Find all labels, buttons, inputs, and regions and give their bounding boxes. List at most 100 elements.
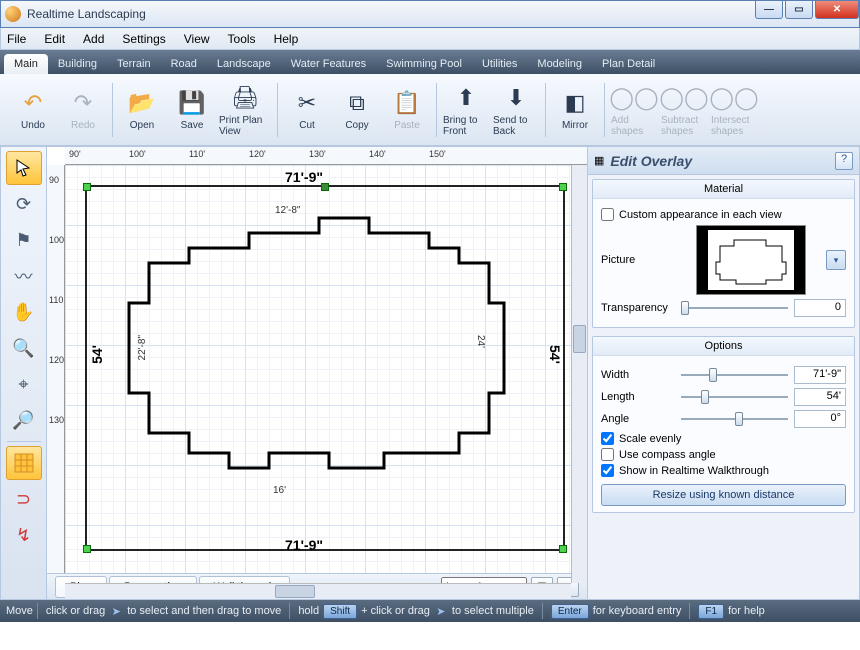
scrollbar-vertical[interactable]	[571, 165, 587, 583]
intersectshapes-icon: ◯◯	[719, 83, 749, 113]
mirror-button[interactable]: ◧Mirror	[550, 86, 600, 133]
length-value[interactable]: 54'	[794, 388, 846, 406]
pan-tool[interactable]: ✋	[6, 295, 42, 329]
printer-icon: 🖨	[230, 83, 260, 113]
options-section: Options Width 71'-9" Length 54' Angle 0°…	[592, 336, 855, 513]
sendback-button[interactable]: ⬇Send to Back	[491, 81, 541, 139]
tab-plandetail[interactable]: Plan Detail	[592, 54, 665, 74]
ruler-vertical: 90 100 110 120 130	[47, 165, 65, 573]
tab-utilities[interactable]: Utilities	[472, 54, 527, 74]
bringfront-icon: ⬆	[451, 83, 481, 113]
undo-icon: ↶	[18, 88, 48, 118]
undo-button[interactable]: ↶Undo	[8, 86, 58, 133]
menubar: File Edit Add Settings View Tools Help	[0, 28, 860, 50]
ruler-horizontal: 90' 100' 110' 120' 130' 140' 150'	[65, 147, 587, 165]
scrollbar-horizontal[interactable]	[65, 583, 571, 599]
minimize-button[interactable]: —	[755, 1, 783, 19]
tab-terrain[interactable]: Terrain	[107, 54, 161, 74]
tab-road[interactable]: Road	[161, 54, 207, 74]
dim-right: 54'	[547, 345, 563, 364]
menu-settings[interactable]: Settings	[122, 32, 165, 46]
floor-plan	[119, 213, 509, 481]
scissors-icon: ✂	[292, 88, 322, 118]
maximize-button[interactable]: ▭	[785, 1, 813, 19]
picture-dropdown-button[interactable]: ▾	[826, 250, 846, 270]
close-button[interactable]: ✕	[815, 1, 859, 19]
redo-button[interactable]: ↷Redo	[58, 86, 108, 133]
overlay-icon: ▦	[594, 154, 604, 167]
sendback-icon: ⬇	[501, 83, 531, 113]
cursor-icon: ➤	[434, 604, 448, 618]
menu-view[interactable]: View	[184, 32, 210, 46]
shift-key: Shift	[323, 604, 357, 619]
picture-preview	[696, 225, 806, 295]
app-icon	[5, 6, 21, 22]
transparency-slider[interactable]	[681, 299, 788, 317]
addshapes-icon: ◯◯	[619, 83, 649, 113]
tabstrip: Main Building Terrain Road Landscape Wat…	[0, 50, 860, 74]
zoomin-tool[interactable]: 🔍	[6, 331, 42, 365]
enter-key: Enter	[551, 604, 589, 619]
use-compass-checkbox[interactable]	[601, 448, 614, 461]
menu-edit[interactable]: Edit	[44, 32, 65, 46]
width-slider[interactable]	[681, 366, 788, 384]
width-value[interactable]: 71'-9"	[794, 366, 846, 384]
open-button[interactable]: 📂Open	[117, 86, 167, 133]
canvas[interactable]: 71'-9" 71'-9" 54' 54' 12'-8" 22'-8" 24' …	[65, 165, 587, 573]
intersectshapes-button: ◯◯Intersect shapes	[709, 81, 759, 139]
angle-value[interactable]: 0°	[794, 410, 846, 428]
save-icon: 💾	[177, 88, 207, 118]
panel-title: Edit Overlay	[610, 153, 692, 169]
paste-button[interactable]: 📋Paste	[382, 86, 432, 133]
tab-water[interactable]: Water Features	[281, 54, 376, 74]
cut-button[interactable]: ✂Cut	[282, 86, 332, 133]
length-slider[interactable]	[681, 388, 788, 406]
status-bar: Move click or drag➤to select and then dr…	[0, 600, 860, 622]
mirror-icon: ◧	[560, 88, 590, 118]
transparency-value[interactable]: 0	[794, 299, 846, 317]
show-realtime-checkbox[interactable]	[601, 464, 614, 477]
paste-icon: 📋	[392, 88, 422, 118]
bringfront-button[interactable]: ⬆Bring to Front	[441, 81, 491, 139]
titlebar: Realtime Landscaping — ▭ ✕	[0, 0, 860, 28]
scale-evenly-checkbox[interactable]	[601, 432, 614, 445]
panel-header: ▦ Edit Overlay ?	[588, 147, 859, 175]
printplanview-button[interactable]: 🖨Print Plan View	[217, 81, 273, 139]
zoomfit-tool[interactable]: ⌖	[6, 367, 42, 401]
rotate-tool[interactable]: ⟳	[6, 187, 42, 221]
zoomout-tool[interactable]: 🔎	[6, 403, 42, 437]
status-mode: Move	[6, 605, 33, 617]
ribbon: ↶Undo ↷Redo 📂Open 💾Save 🖨Print Plan View…	[0, 74, 860, 146]
tab-pool[interactable]: Swimming Pool	[376, 54, 472, 74]
copy-button[interactable]: ⧉Copy	[332, 86, 382, 133]
snap-tool[interactable]: ↯	[6, 518, 42, 552]
menu-file[interactable]: File	[7, 32, 26, 46]
magnet-tool[interactable]: ⊃	[6, 482, 42, 516]
addshapes-button: ◯◯Add shapes	[609, 81, 659, 139]
tab-main[interactable]: Main	[4, 54, 48, 74]
subtractshapes-button: ◯◯Subtract shapes	[659, 81, 709, 139]
help-button[interactable]: ?	[835, 152, 853, 170]
marker-tool[interactable]: ⚑	[6, 223, 42, 257]
custom-appearance-checkbox[interactable]	[601, 208, 614, 221]
cursor-icon: ➤	[109, 604, 123, 618]
tab-building[interactable]: Building	[48, 54, 107, 74]
copy-icon: ⧉	[342, 88, 372, 118]
canvas-wrap: 90' 100' 110' 120' 130' 140' 150' 90 100…	[47, 147, 587, 599]
save-button[interactable]: 💾Save	[167, 86, 217, 133]
dim-top: 71'-9"	[285, 169, 323, 185]
pointer-tool[interactable]	[6, 151, 42, 185]
angle-slider[interactable]	[681, 410, 788, 428]
app-title: Realtime Landscaping	[27, 7, 146, 21]
redo-icon: ↷	[68, 88, 98, 118]
tab-landscape[interactable]: Landscape	[207, 54, 281, 74]
menu-tools[interactable]: Tools	[228, 32, 256, 46]
curve-tool[interactable]: 〰	[6, 259, 42, 293]
resize-known-distance-button[interactable]: Resize using known distance	[601, 484, 846, 506]
tool-tray: ⟳ ⚑ 〰 ✋ 🔍 ⌖ 🔎 ⊃ ↯	[1, 147, 47, 599]
subtractshapes-icon: ◯◯	[669, 83, 699, 113]
tab-modeling[interactable]: Modeling	[527, 54, 592, 74]
menu-help[interactable]: Help	[274, 32, 299, 46]
grid-tool[interactable]	[6, 446, 42, 480]
menu-add[interactable]: Add	[83, 32, 104, 46]
